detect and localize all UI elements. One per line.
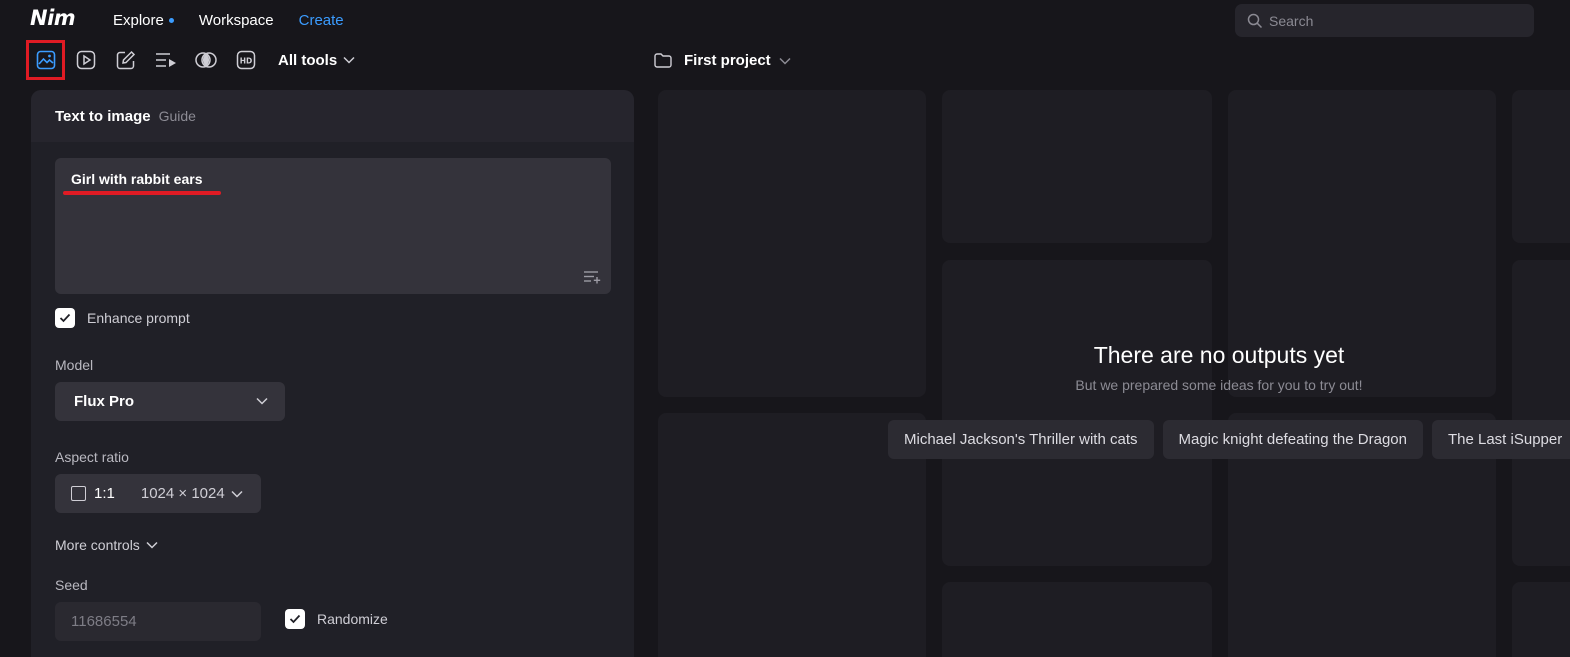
panel-header: Text to image Guide [31,90,634,142]
hd-icon: HD [236,50,255,70]
project-name: First project [684,52,771,69]
blend-icon [194,52,217,68]
model-select[interactable]: Flux Pro [55,382,285,421]
playlist-tool[interactable] [146,40,185,80]
prompt-text: Girl with rabbit ears [71,171,203,187]
svg-text:HD: HD [239,57,252,66]
placeholder-tile [658,413,926,657]
nav-explore-label: Explore [113,12,164,29]
top-bar: Nim Explore Workspace Create Search [0,0,1570,42]
check-icon [289,614,301,624]
model-label: Model [55,357,94,373]
panel-title: Text to image [55,107,151,125]
aspect-ratio-select[interactable]: 1:1 1024 × 1024 [55,474,261,513]
idea-chip[interactable]: The Last iSupper [1431,420,1570,459]
aspect-ratio-value: 1:1 [94,485,115,502]
enhance-prompt-label: Enhance prompt [87,310,190,326]
empty-state-subtitle: But we prepared some ideas for you to tr… [1075,377,1363,393]
new-indicator-dot [168,18,174,23]
search-input[interactable]: Search [1235,4,1534,37]
empty-state-title: There are no outputs yet [1093,342,1345,368]
main-nav: Explore Workspace Create [113,12,344,29]
tool-bar: HD All tools [26,40,355,80]
guide-link[interactable]: Guide [159,108,196,124]
placeholder-tile [658,90,926,397]
video-icon [76,50,95,70]
search-placeholder: Search [1269,12,1314,29]
edit-tool[interactable] [106,40,145,80]
placeholder-tile [1512,582,1570,657]
aspect-size-value: 1024 × 1024 [140,485,225,502]
randomize-label: Randomize [317,611,388,627]
enhance-prompt-option: Enhance prompt [55,308,190,328]
search-icon [1247,13,1263,28]
upscale-hd-tool[interactable]: HD [226,40,265,80]
enhance-prompt-checkbox[interactable] [55,308,75,328]
idea-chip[interactable]: Michael Jackson's Thriller with cats [888,420,1154,459]
blend-tool[interactable] [186,40,225,80]
more-controls-toggle[interactable]: More controls [55,537,158,553]
nav-create[interactable]: Create [299,12,344,29]
output-gallery [658,90,1570,657]
seed-label: Seed [55,577,88,593]
seed-value: 11686554 [71,613,137,630]
check-icon [59,313,71,323]
prompt-textarea[interactable]: Girl with rabbit ears [55,158,611,294]
prompt-highlight-underline [63,191,221,195]
placeholder-tile [1512,90,1570,243]
nav-explore[interactable]: Explore [113,12,174,29]
all-tools-dropdown[interactable]: All tools [278,52,355,69]
chevron-down-icon [231,490,243,498]
seed-input[interactable]: 11686554 [55,602,261,641]
more-controls-label: More controls [55,537,140,553]
nav-workspace[interactable]: Workspace [199,12,274,29]
playlist-icon [155,53,176,67]
edit-icon [116,50,135,70]
all-tools-label: All tools [278,51,338,69]
placeholder-tile [942,260,1212,566]
randomize-option: Randomize [285,609,388,629]
placeholder-tile [1512,260,1570,566]
app-logo[interactable]: Nim [30,6,76,30]
chevron-down-icon [256,397,268,405]
chevron-down-icon [343,56,355,64]
text-to-image-panel: Text to image Guide Girl with rabbit ear… [31,90,634,657]
idea-chip[interactable]: Magic knight defeating the Dragon [1162,420,1423,459]
aspect-ratio-label: Aspect ratio [55,449,129,465]
placeholder-tile [942,90,1212,243]
project-selector[interactable]: First project [654,52,791,69]
chevron-down-icon [146,541,158,549]
placeholder-tile [942,582,1212,657]
model-value: Flux Pro [74,393,135,410]
prompt-list-add-icon[interactable] [583,270,601,284]
chevron-down-icon [779,57,791,65]
text-to-image-tool[interactable] [26,40,65,80]
square-ratio-icon [71,486,86,501]
image-icon [36,50,55,70]
video-tool[interactable] [66,40,105,80]
folder-icon [654,53,672,68]
randomize-checkbox[interactable] [285,609,305,629]
idea-suggestions: Michael Jackson's Thriller with cats Mag… [888,420,1570,459]
